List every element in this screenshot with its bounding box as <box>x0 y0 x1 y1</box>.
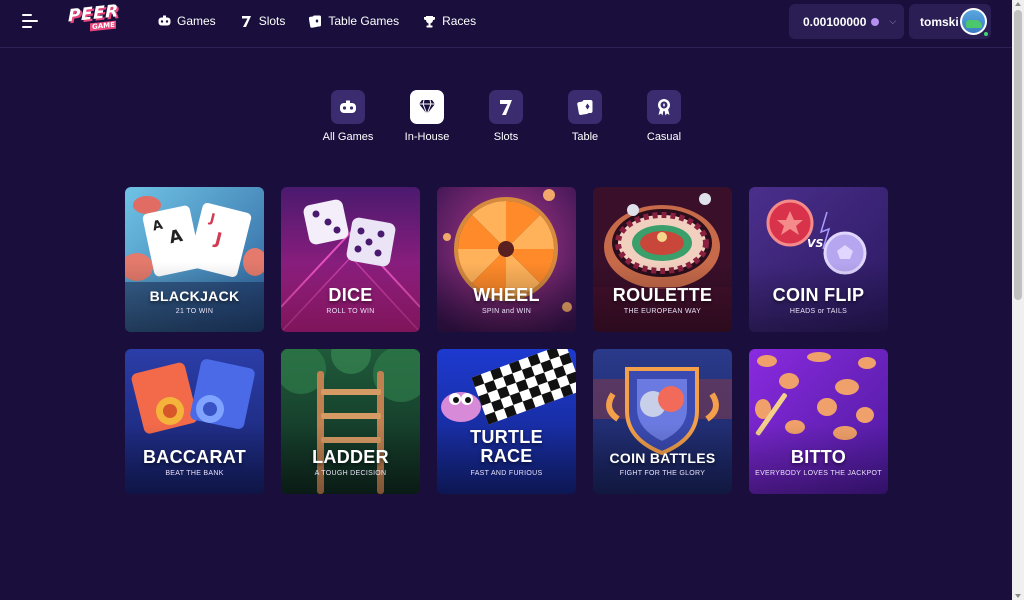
nav-label: Games <box>177 14 216 28</box>
trophy-icon <box>423 15 436 28</box>
game-card-turtle-race[interactable]: TURTLE RACE FAST AND FURIOUS <box>437 349 576 494</box>
game-title: COIN FLIP <box>772 285 865 305</box>
scrollbar-thumb[interactable] <box>1014 10 1022 300</box>
menu-icon[interactable] <box>22 14 38 30</box>
top-header: PEER GAME Games Slots Table Games Races <box>0 0 1012 48</box>
game-card-ladder[interactable]: LADDER A TOUGH DECISION <box>281 349 420 494</box>
game-subtitle: 21 TO WIN <box>175 308 214 315</box>
game-card-dice[interactable]: DICE ROLL TO WIN <box>281 187 420 332</box>
nav-races[interactable]: Races <box>423 14 476 28</box>
cards-icon <box>309 15 322 28</box>
game-card-baccarat[interactable]: BACCARAT BEAT THE BANK <box>125 349 264 494</box>
user-menu-button[interactable]: tomski <box>909 4 991 39</box>
game-subtitle: SPIN and WIN <box>481 308 532 315</box>
category-label: All Games <box>322 131 374 143</box>
game-subtitle: FAST AND FURIOUS <box>470 470 543 477</box>
logo-subtext: GAME <box>90 20 116 32</box>
gamepad-icon <box>331 90 365 124</box>
game-card-blackjack[interactable]: A A J J BLACKJACK 21 TO WIN <box>125 187 264 332</box>
category-label: Slots <box>493 131 519 143</box>
username: tomski <box>920 14 959 29</box>
nav-label: Races <box>442 14 477 28</box>
category-all-games[interactable]: All Games <box>308 90 388 143</box>
seven-icon <box>489 90 523 124</box>
game-title-line1: TURTLE <box>470 427 543 447</box>
game-subtitle: THE EUROPEAN WAY <box>623 308 702 315</box>
game-subtitle: HEADS or TAILS <box>789 308 848 315</box>
nav-label: Table Games <box>328 14 400 28</box>
category-table[interactable]: Table <box>545 90 625 143</box>
svg-text:VS: VS <box>807 237 824 250</box>
game-subtitle: BEAT THE BANK <box>165 470 224 477</box>
game-subtitle: FIGHT FOR THE GLORY <box>619 470 706 477</box>
game-card-coin-battles[interactable]: COIN BATTLES FIGHT FOR THE GLORY <box>593 349 732 494</box>
nav-slots[interactable]: Slots <box>240 14 286 28</box>
category-slots[interactable]: Slots <box>466 90 546 143</box>
nav-table-games[interactable]: Table Games <box>309 14 399 28</box>
chevron-down-icon: ⌵ <box>889 16 897 26</box>
game-title: BLACKJACK <box>149 288 240 304</box>
main-nav: Games Slots Table Games Races <box>158 14 500 28</box>
category-in-house[interactable]: In-House <box>387 90 467 143</box>
game-card-bitto[interactable]: BITTO EVERYBODY LOVES THE JACKPOT <box>749 349 888 494</box>
scroll-down-icon[interactable] <box>1015 594 1021 598</box>
cards-icon <box>568 90 602 124</box>
category-filter-bar: All Games In-House Slots Table Casual <box>0 90 1012 150</box>
wallet-balance-button[interactable]: 0.00100000 ⌵ <box>789 4 904 39</box>
category-label: In-House <box>404 131 450 143</box>
game-title: BACCARAT <box>142 447 247 467</box>
game-title: COIN BATTLES <box>609 450 716 466</box>
game-subtitle: A TOUGH DECISION <box>314 470 387 477</box>
logo[interactable]: PEER GAME <box>68 1 119 40</box>
category-label: Casual <box>646 131 682 143</box>
badge-icon <box>647 90 681 124</box>
game-subtitle: ROLL TO WIN <box>326 308 375 315</box>
diamond-icon <box>410 90 444 124</box>
game-title-line2: RACE <box>480 446 533 466</box>
game-card-coin-flip[interactable]: VS COIN FLIP HEADS or TAILS <box>749 187 888 332</box>
game-title: ROULETTE <box>612 285 713 305</box>
category-casual[interactable]: Casual <box>624 90 704 143</box>
nav-label: Slots <box>258 14 286 28</box>
game-title: DICE <box>328 285 373 305</box>
game-title: BITTO <box>790 447 847 467</box>
game-subtitle: EVERYBODY LOVES THE JACKPOT <box>755 470 882 477</box>
seven-icon <box>240 15 253 28</box>
gamepad-icon <box>158 15 171 28</box>
nav-games[interactable]: Games <box>158 14 216 28</box>
page-scrollbar[interactable] <box>1012 0 1024 600</box>
coin-icon <box>871 17 880 26</box>
scroll-up-icon[interactable] <box>1015 2 1021 6</box>
game-title: LADDER <box>312 447 389 467</box>
game-card-roulette[interactable]: ROULETTE THE EUROPEAN WAY <box>593 187 732 332</box>
online-status-icon <box>982 30 990 38</box>
wallet-amount: 0.00100000 <box>803 14 867 29</box>
category-label: Table <box>571 131 599 143</box>
game-title: WHEEL <box>473 285 540 305</box>
game-card-wheel[interactable]: WHEEL SPIN and WIN <box>437 187 576 332</box>
